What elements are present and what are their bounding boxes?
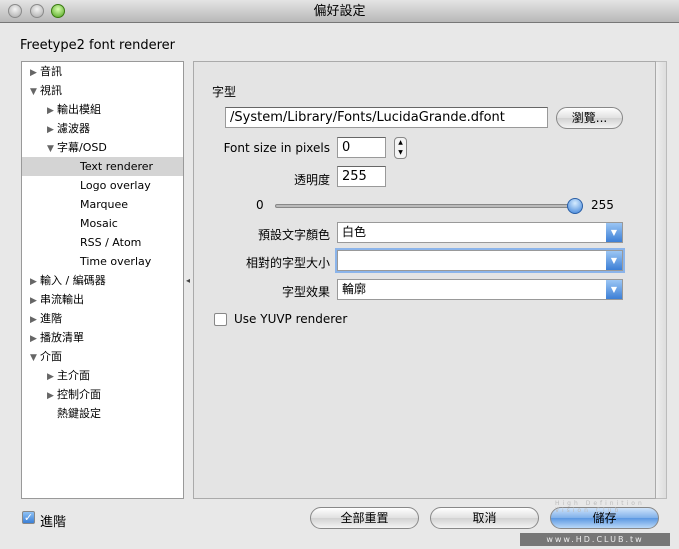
opacity-field[interactable]: 255: [337, 166, 386, 187]
tree-item[interactable]: ▶ 串流輸出: [30, 290, 84, 309]
font-effect-select[interactable]: 輪廓 ▼: [337, 279, 623, 300]
font-size-stepper[interactable]: ▲ ▼: [394, 137, 407, 159]
opacity-label: 透明度: [293, 173, 330, 187]
advanced-checkbox[interactable]: ✓: [22, 511, 35, 524]
font-effect-label: 字型效果: [281, 285, 330, 299]
tree-item[interactable]: Time overlay: [64, 252, 151, 271]
text-color-value: 白色: [342, 225, 367, 239]
tree-item-label: 濾波器: [57, 122, 90, 135]
slider-max-label: 255: [591, 198, 614, 212]
tree-item-label: 串流輸出: [40, 293, 84, 306]
tree-item-label: 輸出模組: [57, 103, 101, 116]
tree-item-label: 音訊: [40, 65, 62, 78]
disclosure-down-icon[interactable]: ▼: [30, 83, 40, 102]
font-path-field[interactable]: /System/Library/Fonts/LucidaGrande.dfont: [225, 107, 548, 128]
scrollbar[interactable]: [656, 61, 667, 499]
slider-min-label: 0: [256, 198, 264, 212]
tree-item-label: 播放清單: [40, 331, 84, 344]
tree-item-label: Logo overlay: [80, 179, 151, 192]
text-color-select[interactable]: 白色 ▼: [337, 222, 623, 243]
cancel-button[interactable]: 取消: [430, 507, 539, 529]
tree-item[interactable]: RSS / Atom: [64, 233, 141, 252]
section-title: Freetype2 font renderer: [20, 38, 175, 53]
relative-size-label: 相對的字型大小: [245, 256, 330, 270]
tree-item-label: 主介面: [57, 369, 90, 382]
tree-item[interactable]: ▶ 輸出模組: [47, 100, 101, 119]
tree-item-label: 字幕/OSD: [57, 141, 107, 154]
split-handle-icon[interactable]: ◂: [186, 276, 190, 285]
tree-item[interactable]: Marquee: [64, 195, 128, 214]
browse-button[interactable]: 瀏覽...: [556, 107, 623, 129]
tree-item[interactable]: ▼ 字幕/OSD: [47, 138, 107, 157]
tree-item-label: Mosaic: [80, 217, 118, 230]
tree-item-label: 控制介面: [57, 388, 101, 401]
tree-item-label: Time overlay: [80, 255, 152, 268]
yuvp-checkbox[interactable]: [214, 313, 227, 326]
minimize-button[interactable]: [30, 4, 44, 18]
window-title: 偏好設定: [313, 4, 366, 19]
tree-item-label: 進階: [40, 312, 62, 325]
font-size-label: Font size in pixels: [223, 141, 330, 155]
tree-item-label: Marquee: [80, 198, 129, 211]
text-color-label: 預設文字顏色: [257, 228, 330, 242]
disclosure-down-icon[interactable]: ▼: [30, 349, 40, 368]
tree-item[interactable]: 熱鍵設定: [47, 404, 101, 423]
chevron-down-icon: ▼: [606, 280, 622, 299]
font-size-field[interactable]: 0: [337, 137, 386, 158]
tree-item[interactable]: Text renderer: [22, 157, 183, 176]
opacity-slider-knob[interactable]: [567, 198, 583, 214]
tree-item[interactable]: ▶ 輸入 / 編碼器: [30, 271, 106, 290]
opacity-slider[interactable]: [275, 204, 577, 208]
tree-item[interactable]: ▶ 濾波器: [47, 119, 90, 138]
tree-item[interactable]: ▶ 進階: [30, 309, 62, 328]
watermark-url: www.HD.CLUB.tw: [520, 533, 670, 546]
watermark-tagline: High Definition Vision Club: [555, 500, 645, 514]
title-bar: 偏好設定: [0, 0, 679, 23]
tree-item[interactable]: Mosaic: [64, 214, 118, 233]
tree-item[interactable]: ▶ 控制介面: [47, 385, 101, 404]
reset-all-button[interactable]: 全部重置: [310, 507, 419, 529]
font-label: 字型: [212, 85, 237, 99]
font-effect-value: 輪廓: [342, 282, 367, 296]
advanced-label: 進階: [40, 515, 67, 530]
tree-item[interactable]: Logo overlay: [64, 176, 151, 195]
zoom-button[interactable]: [51, 4, 65, 18]
tree-item[interactable]: ▶ 播放清單: [30, 328, 84, 347]
tree-item[interactable]: ▼ 視訊: [30, 81, 62, 100]
tree-item-label: RSS / Atom: [80, 236, 142, 249]
close-button[interactable]: [8, 4, 22, 18]
tree-item[interactable]: ▶ 主介面: [47, 366, 90, 385]
tree-item[interactable]: ▼ 介面: [30, 347, 62, 366]
tree-item-label: 熱鍵設定: [57, 407, 101, 420]
chevron-down-icon: ▼: [606, 223, 622, 242]
chevron-down-icon: ▼: [606, 251, 622, 270]
tree-item[interactable]: ▶ 音訊: [30, 62, 62, 81]
tree-item-label: Text renderer: [80, 160, 154, 173]
tree-item-label: 視訊: [40, 84, 62, 97]
relative-size-select[interactable]: ▼: [337, 250, 623, 271]
tree-item-label: 介面: [40, 350, 62, 363]
yuvp-label: Use YUVP renderer: [234, 312, 348, 326]
preferences-tree: ▶ 音訊 ▼ 視訊 ▶ 輸出模組 ▶ 濾波器 ▼ 字幕/OSD Text renderer Logo …: [21, 61, 184, 499]
tree-item-label: 輸入 / 編碼器: [40, 274, 106, 287]
